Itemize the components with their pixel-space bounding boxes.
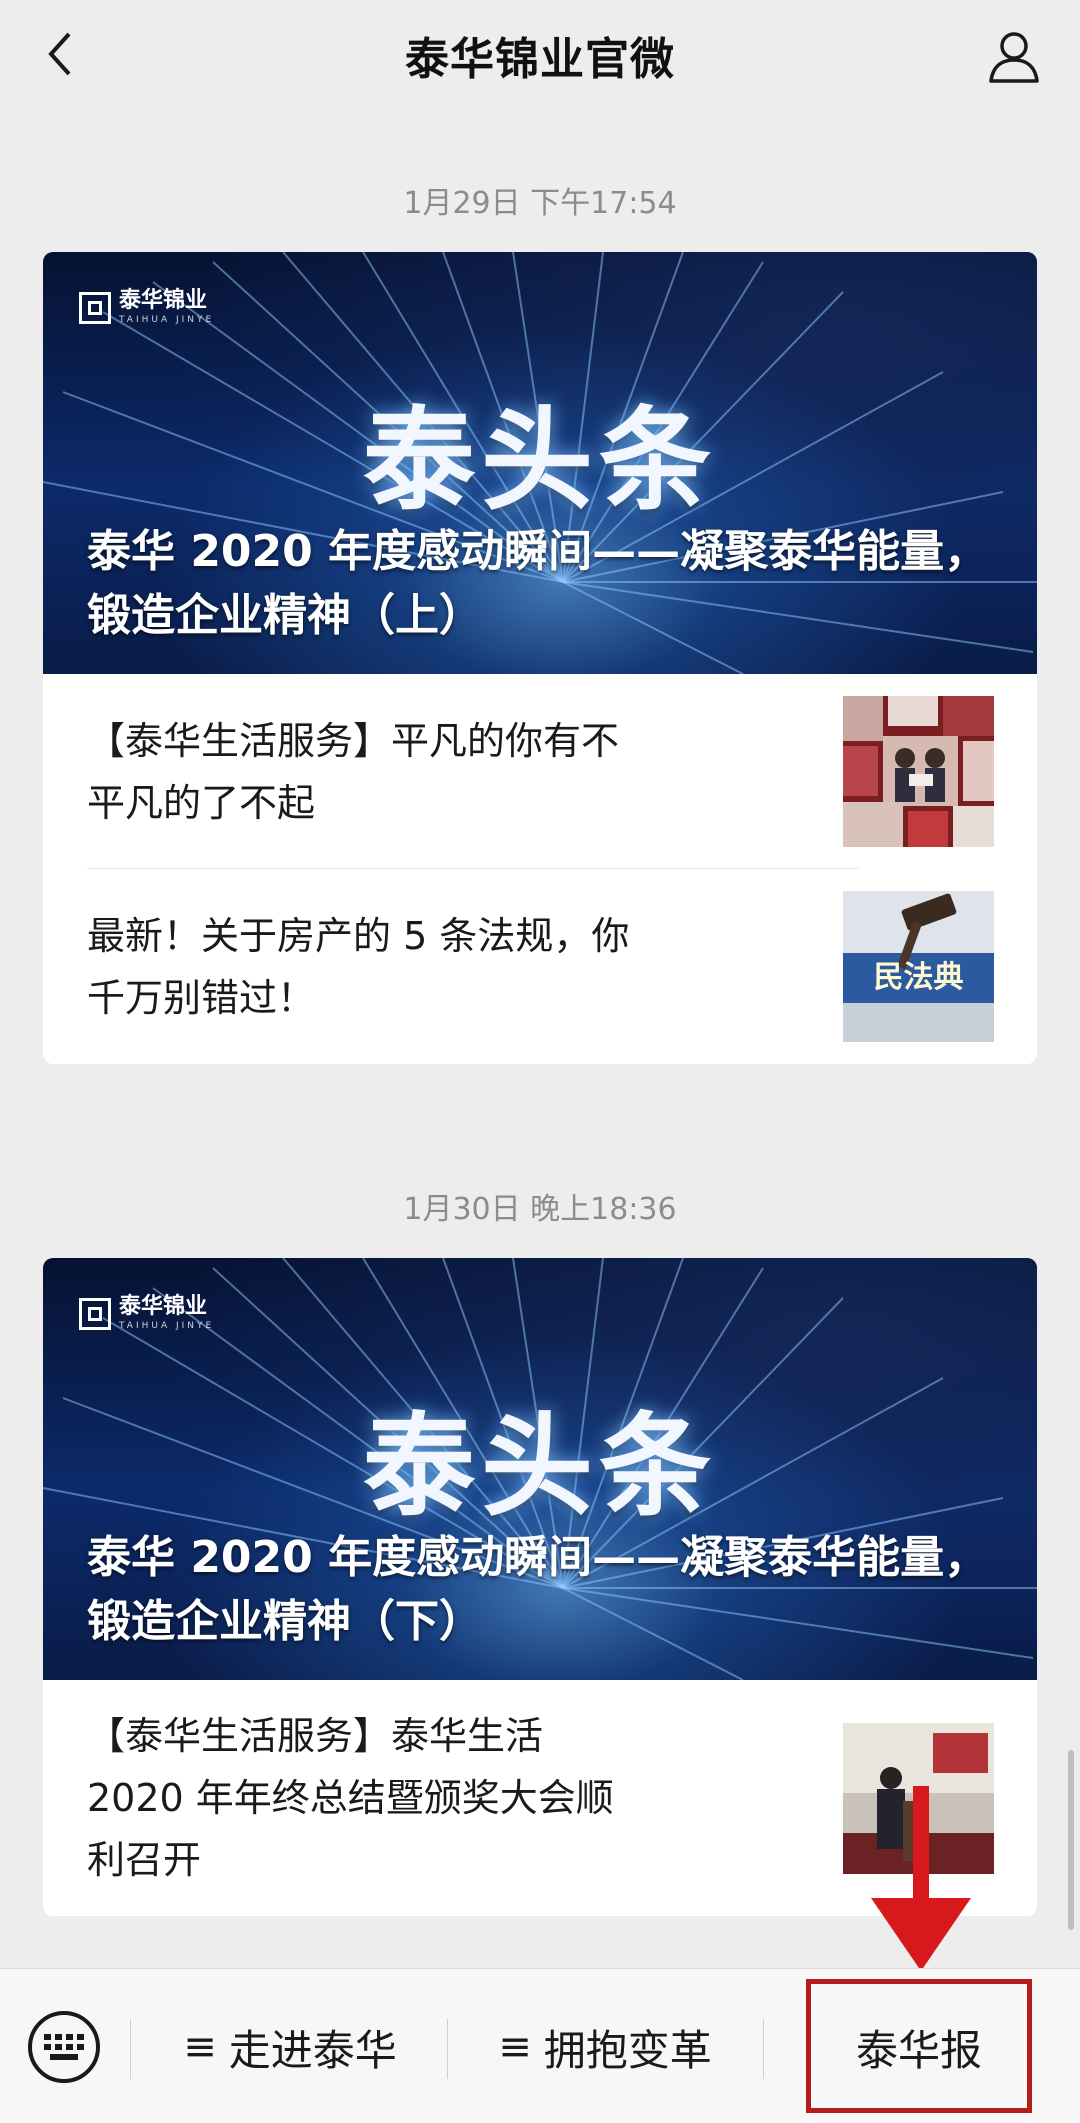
keyboard-icon [44,2034,84,2060]
article-thumbnail: 民法典 [843,891,994,1042]
article-list-item[interactable]: 最新！关于房产的 5 条法规，你千万别错过！ 民法典 [43,869,1037,1064]
article-title: 【泰华生活服务】平凡的你有不平凡的了不起 [87,718,620,825]
menu-list-icon: ≡ [183,2024,217,2070]
scrollbar[interactable] [1068,1750,1074,1930]
logo-text: 泰华锦业 [119,1294,208,1319]
banner-title: 泰头条 [363,1401,717,1532]
thumbnail-label: 民法典 [873,960,964,995]
top-nav-bar: 泰华锦业官微 [0,0,1080,110]
person-icon [989,32,1039,83]
brand-logo: 泰华锦业 TAIHUA JINYE [79,290,214,325]
message-timestamp: 1月30日 晚上18:36 [403,1192,677,1227]
arrow-down-icon [871,1786,971,1971]
article-card: 泰华锦业 TAIHUA JINYE 泰头条 泰华 2020 年度感动瞬间——凝聚… [43,252,1037,1064]
menu-button-embrace-change[interactable]: ≡ 拥抱变革 [455,1997,755,2097]
highlight-box [806,1979,1032,2113]
logo-mark-icon [79,291,111,324]
menu-button-about[interactable]: ≡ 走进泰华 [140,1997,440,2097]
keyboard-toggle-button[interactable] [28,2011,100,2083]
menu-divider [447,2019,448,2079]
menu-divider [763,2019,764,2079]
profile-button[interactable] [982,24,1046,88]
menu-list-icon: ≡ [498,2024,532,2070]
banner-title: 泰头条 [363,395,717,526]
cover-article-title: 泰华 2020 年度感动瞬间——凝聚泰华能量，锻造企业精神（下） [87,1532,989,1647]
logo-subtext: TAIHUA JINYE [119,315,215,325]
page-title: 泰华锦业官微 [405,34,675,85]
article-title: 【泰华生活服务】泰华生活 2020 年年终总结暨颁奖大会顺利召开 [87,1714,614,1882]
menu-divider [130,2019,131,2079]
cover-article-title: 泰华 2020 年度感动瞬间——凝聚泰华能量，锻造企业精神（上） [87,526,989,641]
article-list-item[interactable]: 【泰华生活服务】平凡的你有不平凡的了不起 [43,674,1037,869]
message-timestamp: 1月29日 下午17:54 [403,186,677,221]
chevron-left-icon [48,32,71,76]
logo-mark-icon [79,1297,111,1330]
cover-article[interactable]: 泰华锦业 TAIHUA JINYE 泰头条 泰华 2020 年度感动瞬间——凝聚… [43,252,1037,674]
cover-article[interactable]: 泰华锦业 TAIHUA JINYE 泰头条 泰华 2020 年度感动瞬间——凝聚… [43,1258,1037,1680]
back-button[interactable] [30,24,90,84]
article-thumbnail [843,696,994,847]
logo-text: 泰华锦业 [119,288,208,313]
article-title: 最新！关于房产的 5 条法规，你千万别错过！ [87,913,630,1020]
menu-label: 走进泰华 [228,2025,397,2075]
logo-subtext: TAIHUA JINYE [119,1321,215,1331]
brand-logo: 泰华锦业 TAIHUA JINYE [79,1296,214,1331]
menu-label: 拥抱变革 [543,2025,712,2075]
